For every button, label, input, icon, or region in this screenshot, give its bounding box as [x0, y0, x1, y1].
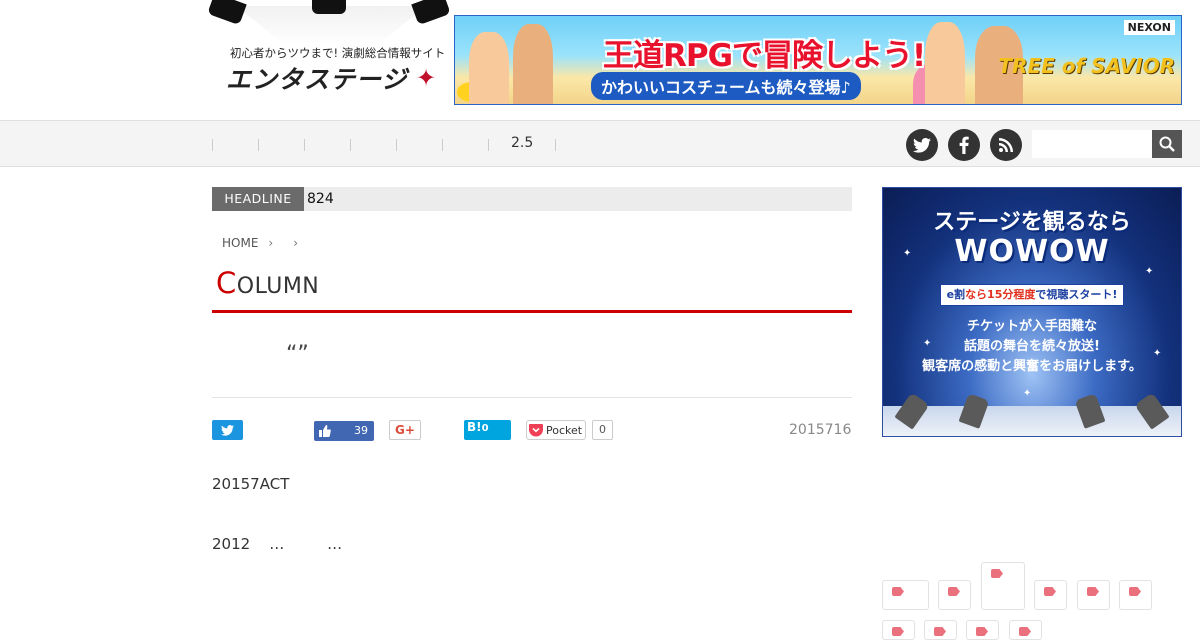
hatena-icon: B!: [467, 420, 482, 434]
tag-button[interactable]: [938, 580, 971, 610]
nexon-logo: NEXON: [1123, 20, 1175, 35]
facebook-like-button[interactable]: 39: [314, 421, 374, 441]
section-title: COLUMN: [216, 266, 319, 300]
ad-message: 話題の舞台を続々放送!: [964, 339, 1100, 354]
tag-button[interactable]: [1077, 580, 1110, 610]
logo-tagline: 初心者からツウまで! 演劇総合情報サイト: [230, 46, 446, 60]
nav-separator: [488, 139, 489, 151]
search-input[interactable]: [1032, 130, 1152, 158]
character-illustration: [925, 22, 965, 104]
thumbs-up-icon: [319, 425, 331, 437]
tag-icon: [976, 627, 988, 636]
like-count: 39: [354, 424, 368, 437]
nav-separator: [442, 139, 443, 151]
ad-badge-suffix: で視聴スタート!: [1035, 288, 1118, 301]
hatena-bookmark-button[interactable]: B!0: [464, 420, 511, 440]
tag-icon: [1087, 587, 1099, 596]
ad-brand: WOWOW: [954, 234, 1110, 269]
pocket-button[interactable]: Pocket: [526, 420, 586, 440]
article-paragraph: 2012 … …: [212, 535, 343, 553]
nav-separator: [350, 139, 351, 151]
tag-button[interactable]: [1009, 620, 1042, 640]
section-title-initial: C: [216, 266, 237, 300]
wowow-sidebar-ad[interactable]: ✦ ✦ ✦ ✦ ✦ ステージを観るなら WOWOW e割なら15分程度で視聴スタ…: [882, 187, 1182, 437]
twitter-button[interactable]: [906, 129, 938, 161]
google-plus-button[interactable]: G+: [389, 420, 421, 440]
tag-icon: [934, 627, 946, 636]
ad-badge-prefix: e割: [946, 288, 966, 301]
main-navbar: 2.5: [0, 120, 1200, 167]
ad-headline: ステージを観るなら: [933, 210, 1131, 235]
facebook-button[interactable]: [948, 129, 980, 161]
article-paragraph: 20157ACT: [212, 475, 290, 493]
pocket-count: 0: [592, 420, 613, 440]
twitter-icon: [913, 137, 931, 153]
site-logo[interactable]: 初心者からツウまで! 演劇総合情報サイト エンタステージ ✦: [206, 0, 451, 100]
chevron-right-icon: ›: [268, 236, 274, 250]
breadcrumb: HOME › ›: [222, 236, 298, 250]
article-title: “”: [286, 342, 309, 367]
sparkle-icon: ✦: [1023, 388, 1032, 399]
nav-separator: [304, 139, 305, 151]
tag-button[interactable]: [1034, 580, 1067, 610]
rss-icon: [999, 138, 1013, 152]
spotlight-icon: [411, 0, 451, 26]
nav-separator: [555, 139, 556, 151]
twitter-icon: [221, 424, 234, 436]
pocket-icon: [529, 423, 543, 436]
ad-message: チケットが入手困難な: [966, 319, 1097, 334]
tag-icon: [892, 587, 904, 596]
site-header: 初心者からツウまで! 演劇総合情報サイト エンタステージ ✦ 王道RPGで冒険し…: [0, 0, 1200, 120]
nav-separator: [396, 139, 397, 151]
tag-icon: [1129, 587, 1141, 596]
tag-button[interactable]: [981, 562, 1025, 610]
section-divider: [212, 310, 852, 313]
headline-link[interactable]: 824: [307, 187, 334, 211]
tag-button[interactable]: [882, 620, 915, 640]
logo-title: エンタステージ: [226, 65, 408, 94]
nav-item-2-5[interactable]: 2.5: [511, 135, 533, 151]
headline-label: HEADLINE: [212, 187, 304, 211]
tag-icon: [948, 587, 960, 596]
post-date: 2015716: [789, 422, 852, 438]
star-icon: ✦: [416, 64, 437, 92]
tag-icon: [1019, 627, 1031, 636]
ad-badge-highlight: なら15分程度: [965, 288, 1036, 301]
chevron-right-icon: ›: [293, 236, 299, 250]
search-button[interactable]: [1152, 130, 1182, 158]
search-icon: [1159, 136, 1175, 152]
nav-separator: [212, 139, 213, 151]
stage-floor: [883, 406, 1181, 436]
hatena-count: 0: [481, 423, 489, 434]
nav-separator: [258, 139, 259, 151]
tag-button[interactable]: [924, 620, 957, 640]
header-ad-banner[interactable]: 王道RPGで冒険しよう! かわいいコスチュームも続々登場♪ NEXON TREE…: [454, 15, 1182, 105]
tag-button[interactable]: [1119, 580, 1152, 610]
rss-button[interactable]: [990, 129, 1022, 161]
banner-subheadline: かわいいコスチュームも続々登場♪: [591, 72, 861, 100]
headline-ticker: HEADLINE 824: [212, 187, 852, 211]
spotlight-icon: [312, 0, 346, 14]
banner-headline: 王道RPGで冒険しよう!: [603, 38, 926, 74]
character-illustration: [513, 24, 553, 104]
ad-badge: e割なら15分程度で視聴スタート!: [940, 284, 1124, 306]
pocket-label: Pocket: [546, 423, 583, 437]
tag-button[interactable]: [966, 620, 999, 640]
game-logo: TREE of SAVIOR: [998, 54, 1175, 78]
spotlight-icon: [207, 0, 247, 26]
twitter-share-button[interactable]: [212, 420, 243, 440]
article-divider: [212, 397, 852, 398]
tag-icon: [892, 627, 904, 636]
section-title-rest: OLUMN: [236, 274, 320, 299]
character-illustration: [469, 32, 509, 104]
tag-button[interactable]: [882, 580, 929, 610]
tag-icon: [991, 569, 1003, 578]
breadcrumb-home[interactable]: HOME: [222, 236, 258, 250]
ad-message: 観客席の感動と興奮をお届けします。: [922, 359, 1142, 374]
facebook-icon: [959, 136, 969, 154]
tag-icon: [1044, 587, 1056, 596]
